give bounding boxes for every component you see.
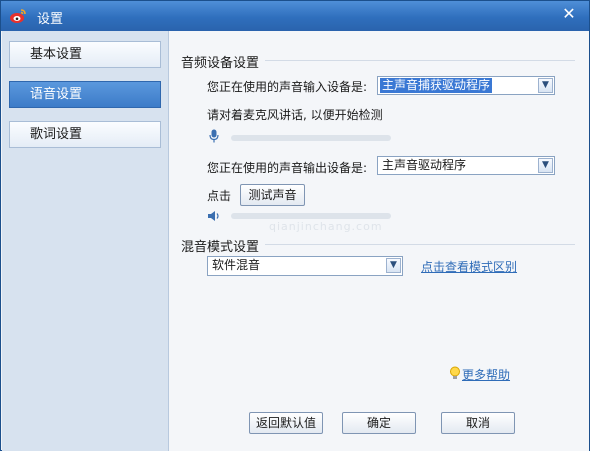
chevron-down-icon[interactable]: ▼: [386, 258, 401, 273]
output-device-value: 主声音驱动程序: [382, 158, 467, 172]
settings-window: 设置 ✕ 基本设置 语音设置 歌词设置 音频设备设置 您正在使用的声音输入设备是…: [0, 0, 590, 451]
more-help-link[interactable]: 更多帮助: [462, 366, 510, 383]
output-device-label: 您正在使用的声音输出设备是:: [207, 161, 368, 175]
input-device-select[interactable]: 主声音捕获驱动程序 ▼: [377, 76, 555, 95]
chevron-down-icon[interactable]: ▼: [538, 158, 553, 173]
input-device-value: 主声音捕获驱动程序: [380, 78, 493, 93]
section-divider: [265, 60, 575, 61]
sidebar-item-voice-settings[interactable]: 语音设置: [9, 81, 161, 108]
chevron-down-icon[interactable]: ▼: [538, 78, 553, 93]
title-bar[interactable]: 设置 ✕: [1, 1, 589, 31]
view-mode-differences-link[interactable]: 点击查看模式区别: [421, 258, 517, 275]
sidebar-item-basic-settings[interactable]: 基本设置: [9, 41, 161, 68]
section-divider: [265, 244, 575, 245]
output-level-meter: [231, 213, 391, 219]
mix-mode-section-title: 混音模式设置: [181, 240, 260, 255]
mic-hint-text: 请对着麦克风讲话, 以便开始检测: [207, 108, 383, 122]
ok-button[interactable]: 确定: [342, 412, 416, 434]
sidebar-item-label: 基本设置: [30, 47, 83, 62]
test-sound-button[interactable]: 测试声音: [240, 184, 305, 206]
close-icon[interactable]: ✕: [559, 4, 579, 24]
sidebar-item-label: 语音设置: [30, 87, 83, 102]
speaker-icon: [208, 211, 219, 221]
voice-settings-panel: 音频设备设置 您正在使用的声音输入设备是: 主声音捕获驱动程序 ▼ 请对着麦克风…: [169, 31, 589, 451]
microphone-icon: [209, 129, 219, 143]
input-device-label: 您正在使用的声音输入设备是:: [207, 80, 368, 94]
cancel-button[interactable]: 取消: [441, 412, 515, 434]
sidebar-item-lyrics-settings[interactable]: 歌词设置: [9, 121, 161, 148]
watermark-text: qianjinchang.com: [269, 220, 383, 233]
sidebar-item-label: 歌词设置: [30, 127, 83, 142]
mix-mode-value: 软件混音: [212, 258, 261, 272]
weibo-logo-icon: [10, 9, 26, 23]
restore-defaults-button[interactable]: 返回默认值: [249, 412, 323, 434]
audio-device-section-title: 音频设备设置: [181, 56, 260, 71]
input-level-meter: [231, 135, 391, 141]
click-label: 点击: [207, 189, 232, 203]
output-device-select[interactable]: 主声音驱动程序 ▼: [377, 156, 555, 175]
window-title: 设置: [37, 12, 64, 27]
lightbulb-icon: [450, 366, 460, 379]
mix-mode-select[interactable]: 软件混音 ▼: [207, 256, 403, 276]
settings-sidebar: 基本设置 语音设置 歌词设置: [2, 31, 169, 451]
